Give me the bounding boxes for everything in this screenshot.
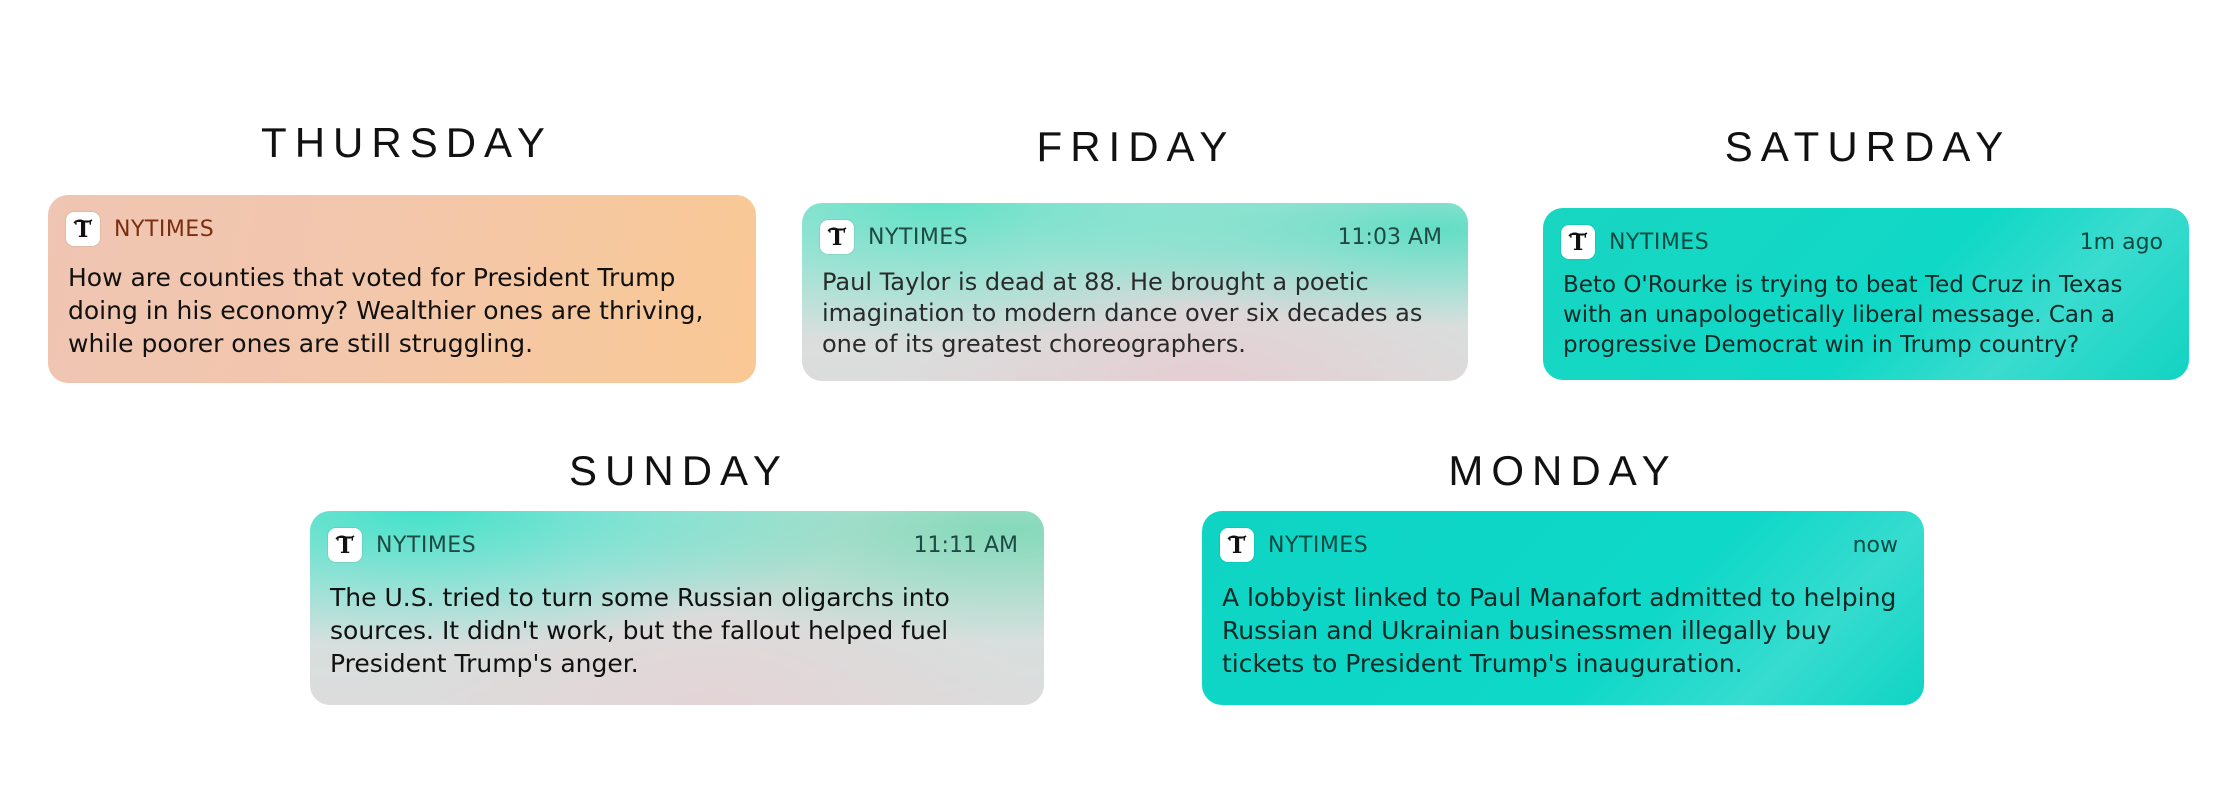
notification-message: Paul Taylor is dead at 88. He brought a … — [822, 268, 1423, 358]
app-name: NYTIMES — [868, 224, 969, 250]
notification-message: How are counties that voted for Presiden… — [68, 263, 704, 358]
heading-sunday: SUNDAY — [569, 447, 789, 494]
heading-thursday: THURSDAY — [261, 119, 553, 166]
notification-friday[interactable]: T NYTIMES 11:03 AM Paul Taylor is dead a… — [802, 203, 1468, 381]
notification-message: A lobbyist linked to Paul Manafort admit… — [1222, 583, 1897, 678]
notification-message: Beto O'Rourke is trying to beat Ted Cruz… — [1563, 272, 2123, 358]
notification-header: T NYTIMES 11:11 AM — [328, 527, 1018, 563]
notification-time: now — [1852, 532, 1898, 558]
heading-saturday: SATURDAY — [1724, 123, 2012, 170]
app-name: NYTIMES — [1268, 532, 1369, 558]
nytimes-logo-icon: T — [820, 220, 854, 254]
notification-header: T NYTIMES now — [1220, 527, 1898, 563]
notification-time: 1m ago — [2079, 229, 2163, 255]
heading-monday: MONDAY — [1448, 447, 1678, 494]
nytimes-logo-icon: T — [1220, 528, 1254, 562]
notification-header: T NYTIMES 1m ago — [1561, 224, 2163, 260]
nytimes-logo-icon: T — [66, 212, 100, 246]
notification-monday[interactable]: T NYTIMES now A lobbyist linked to Paul … — [1202, 511, 1924, 705]
notification-header: T NYTIMES — [66, 211, 730, 247]
app-name: NYTIMES — [114, 216, 215, 242]
notification-thursday[interactable]: T NYTIMES How are counties that voted fo… — [48, 195, 756, 383]
notification-time: 11:11 AM — [913, 532, 1018, 558]
heading-friday: FRIDAY — [1036, 123, 1236, 170]
notification-sunday[interactable]: T NYTIMES 11:11 AM The U.S. tried to tur… — [310, 511, 1044, 705]
notification-header: T NYTIMES 11:03 AM — [820, 219, 1442, 255]
nytimes-logo-icon: T — [1561, 225, 1595, 259]
notification-message: The U.S. tried to turn some Russian olig… — [330, 583, 950, 678]
notification-saturday[interactable]: T NYTIMES 1m ago Beto O'Rourke is trying… — [1543, 208, 2189, 380]
nytimes-logo-icon: T — [328, 528, 362, 562]
app-name: NYTIMES — [1609, 229, 1710, 255]
notification-time: 11:03 AM — [1337, 224, 1442, 250]
app-name: NYTIMES — [376, 532, 477, 558]
